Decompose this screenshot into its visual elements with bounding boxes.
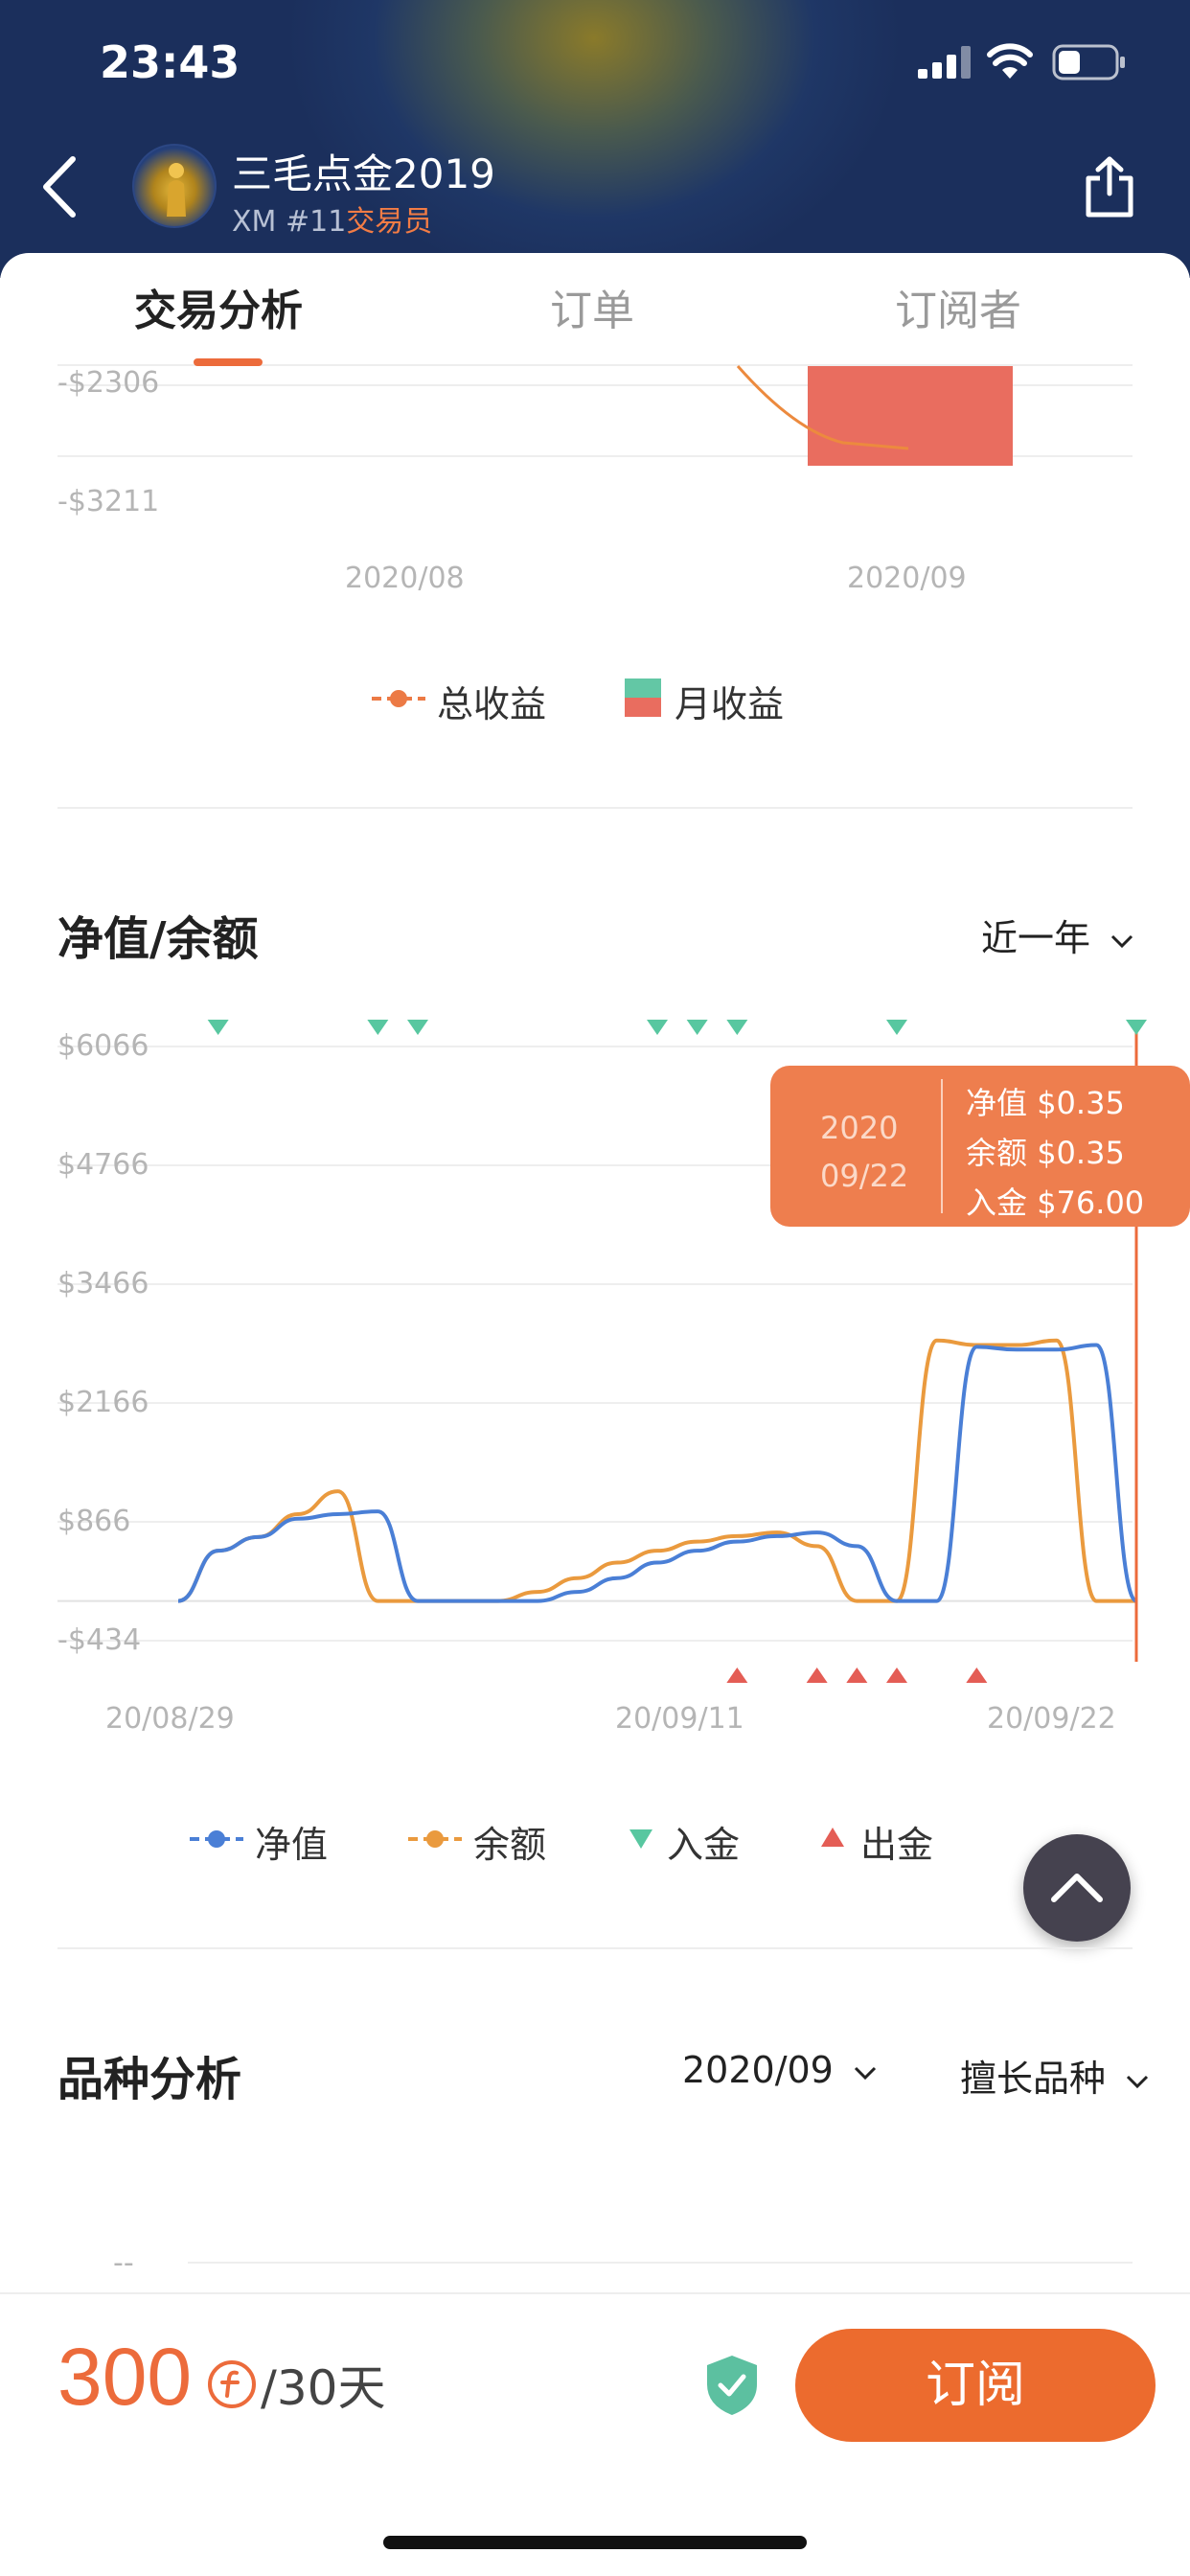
tooltip-label: 净值 <box>966 1085 1028 1121</box>
chevron-down-icon <box>1111 934 1133 949</box>
x-tick-label: 2020/08 <box>345 562 465 595</box>
variety-placeholder-tick: -- <box>113 2246 134 2280</box>
subscribe-button[interactable]: 订阅 <box>795 2329 1156 2442</box>
tooltip-row-deposit: 入金 $76.00 <box>966 1179 1144 1223</box>
deposit-legend-icon <box>629 1829 652 1849</box>
tooltip-row-balance: 余额 $0.35 <box>966 1129 1125 1173</box>
y-tick-label: $2166 <box>57 1386 149 1419</box>
scroll-to-top-button[interactable] <box>1023 1834 1131 1942</box>
withdrawal-marker <box>726 1668 748 1683</box>
balance-legend-icon <box>408 1830 462 1848</box>
battery-icon <box>1052 44 1125 80</box>
y-tick-label: $6066 <box>57 1029 149 1063</box>
signal-icon <box>918 46 971 79</box>
legend-withdrawal: 出金 <box>860 1824 934 1866</box>
legend-total-profit: 总收益 <box>437 683 547 725</box>
deposit-marker <box>647 1020 668 1035</box>
status-time: 23:43 <box>100 36 240 88</box>
tab-subscribers[interactable]: 订阅者 <box>895 276 1021 337</box>
y-tick-label: -$3211 <box>57 485 160 518</box>
trader-name: 三毛点金2019 <box>232 150 495 197</box>
tab-orders[interactable]: 订单 <box>550 276 634 337</box>
y-tick-label: -$2306 <box>57 366 160 400</box>
month-dropdown-label: 2020/09 <box>682 2049 834 2091</box>
tooltip-row-equity: 净值 $0.35 <box>966 1079 1125 1123</box>
equity-section-title: 净值/余额 <box>57 912 259 966</box>
total-profit-legend-icon <box>372 690 425 707</box>
home-indicator[interactable] <box>383 2536 807 2549</box>
chart-tooltip: 2020 09/22 净值 $0.35 余额 $0.35 入金 $76.00 <box>770 1066 1190 1227</box>
share-icon[interactable] <box>1083 155 1136 218</box>
trader-subtitle: XM #11交易员 <box>232 197 432 240</box>
section-divider <box>57 807 1133 809</box>
deposit-marker <box>207 1020 229 1035</box>
y-tick-label: -$434 <box>57 1623 142 1657</box>
subscription-period: /30天 <box>261 2360 386 2416</box>
variety-section-title: 品种分析 <box>57 2053 242 2106</box>
section-divider <box>57 1947 1133 1949</box>
withdrawal-marker <box>886 1668 907 1683</box>
tooltip-date-year: 2020 <box>820 1110 899 1146</box>
deposit-marker <box>886 1020 907 1035</box>
chevron-down-icon <box>1127 2075 1149 2089</box>
legend-balance: 余额 <box>473 1824 547 1866</box>
type-dropdown[interactable]: 擅长品种 <box>960 2049 1150 2102</box>
back-icon[interactable] <box>38 153 80 220</box>
tooltip-date-day: 09/22 <box>820 1158 909 1194</box>
deposit-marker <box>367 1020 389 1035</box>
legend-deposit: 入金 <box>667 1824 741 1866</box>
chevron-up-icon <box>1051 1874 1103 1902</box>
tooltip-label: 入金 <box>966 1184 1028 1221</box>
deposit-marker <box>1126 1020 1147 1035</box>
monthly-profit-legend-icon <box>625 678 661 717</box>
x-tick-label: 20/09/11 <box>615 1702 744 1736</box>
range-dropdown-label: 近一年 <box>981 917 1091 959</box>
deposit-marker <box>407 1020 428 1035</box>
trader-header: 23:43 三毛点金2019 XM #11交易员 <box>0 0 1190 278</box>
x-tick-label: 20/08/29 <box>105 1702 235 1736</box>
tooltip-label: 余额 <box>966 1135 1028 1171</box>
range-dropdown[interactable]: 近一年 <box>981 908 1134 961</box>
legend-equity: 净值 <box>255 1824 329 1866</box>
type-dropdown-label: 擅长品种 <box>960 2058 1107 2100</box>
withdrawal-marker <box>806 1668 828 1683</box>
wifi-icon <box>987 43 1033 79</box>
buddha-figure-icon <box>167 163 186 217</box>
subscription-price: 300 <box>57 2332 193 2422</box>
role-label: 交易员 <box>346 205 433 239</box>
y-tick-label: $3466 <box>57 1267 149 1300</box>
avatar[interactable] <box>132 144 217 228</box>
y-tick-label: $4766 <box>57 1148 149 1182</box>
x-tick-label: 2020/09 <box>847 562 967 595</box>
y-tick-label: $866 <box>57 1505 131 1538</box>
withdrawal-marker <box>966 1668 988 1683</box>
tab-trade-analysis[interactable]: 交易分析 <box>134 276 303 337</box>
deposit-marker <box>726 1020 748 1035</box>
withdrawal-marker <box>846 1668 868 1683</box>
legend-monthly-profit: 月收益 <box>675 683 785 725</box>
tooltip-separator <box>941 1079 943 1213</box>
rank-label: #11 <box>285 205 347 239</box>
broker-label: XM <box>232 205 277 239</box>
x-tick-label: 20/09/22 <box>987 1702 1116 1736</box>
chevron-down-icon <box>854 2066 877 2081</box>
monthly-profit-bar <box>808 366 1013 466</box>
coin-icon <box>208 2360 256 2408</box>
shield-check-icon[interactable] <box>705 2354 759 2417</box>
tooltip-value: $0.35 <box>1037 1135 1125 1171</box>
profit-chart-plot <box>57 365 1133 466</box>
variety-axis-line <box>188 2262 1133 2264</box>
tooltip-value: $0.35 <box>1037 1085 1125 1121</box>
tooltip-value: $76.00 <box>1037 1184 1145 1221</box>
deposit-marker <box>686 1020 708 1035</box>
withdrawal-legend-icon <box>821 1828 844 1847</box>
equity-legend-icon <box>190 1830 243 1848</box>
equity-series-line <box>177 1343 1138 1603</box>
month-dropdown[interactable]: 2020/09 <box>682 2049 878 2091</box>
